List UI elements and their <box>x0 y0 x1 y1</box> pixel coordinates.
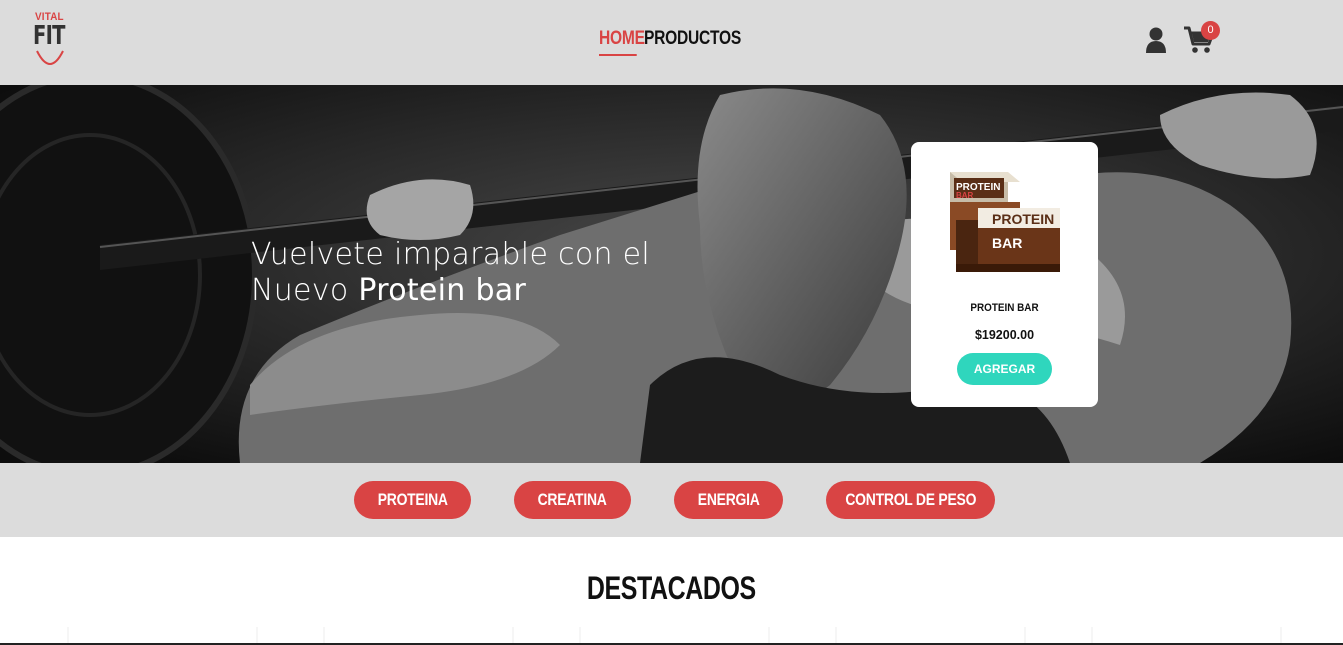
category-proteina-button[interactable]: PROTEINA <box>354 481 471 519</box>
category-label: CONTROL DE PESO <box>845 490 976 509</box>
featured-title-text: DESTACADOS <box>587 570 756 606</box>
hero-headline-prefix: Nuevo <box>251 273 359 308</box>
main-nav: HOME PRODUCTOS <box>599 28 762 56</box>
add-to-cart-button[interactable]: AGREGAR <box>957 353 1052 385</box>
svg-text:PROTEIN: PROTEIN <box>992 211 1054 227</box>
nav-productos-link[interactable]: PRODUCTOS <box>644 28 741 56</box>
category-label: PROTEINA <box>377 490 448 509</box>
user-icon[interactable] <box>1145 26 1167 54</box>
hero-headline-product: Protein bar <box>358 273 527 308</box>
category-energia-button[interactable]: ENERGIA <box>674 481 783 519</box>
hero-banner: Vuelvete imparable con el Nuevo Protein … <box>0 85 1343 463</box>
category-label: CREATINA <box>537 490 608 509</box>
nav-home-link[interactable]: HOME <box>599 28 645 56</box>
cart-count-badge: 0 <box>1201 21 1220 40</box>
promo-product-price: $19200.00 <box>974 328 1035 342</box>
promo-product-card: PROTEIN BAR PROTEIN BAR PROTEIN BAR $192… <box>911 142 1098 407</box>
hero-headline-line2: Nuevo Protein bar <box>251 273 650 309</box>
category-label: ENERGIA <box>697 490 760 509</box>
category-creatina-button[interactable]: CREATINA <box>514 481 631 519</box>
site-header: VITAL FIT HOME PRODUCTOS 0 <box>0 0 1343 85</box>
logo-arc-icon <box>36 50 64 65</box>
protein-bar-box-image: PROTEIN BAR PROTEIN BAR <box>950 172 1060 272</box>
hero-headline-line1: Vuelvete imparable con el <box>251 237 651 272</box>
category-control-de-peso-button[interactable]: CONTROL DE PESO <box>826 481 995 519</box>
featured-section-title: DESTACADOS <box>0 570 1343 607</box>
category-bar: PROTEINA CREATINA ENERGIA CONTROL DE PES… <box>0 463 1343 537</box>
svg-text:BAR: BAR <box>992 235 1022 251</box>
promo-product-name: PROTEIN BAR <box>970 302 1039 314</box>
svg-text:BAR: BAR <box>956 191 974 200</box>
hero-headline: Vuelvete imparable con el Nuevo Protein … <box>251 237 650 309</box>
hero-background-image <box>0 85 1343 463</box>
vitalfit-logo[interactable]: VITAL FIT <box>31 11 71 73</box>
